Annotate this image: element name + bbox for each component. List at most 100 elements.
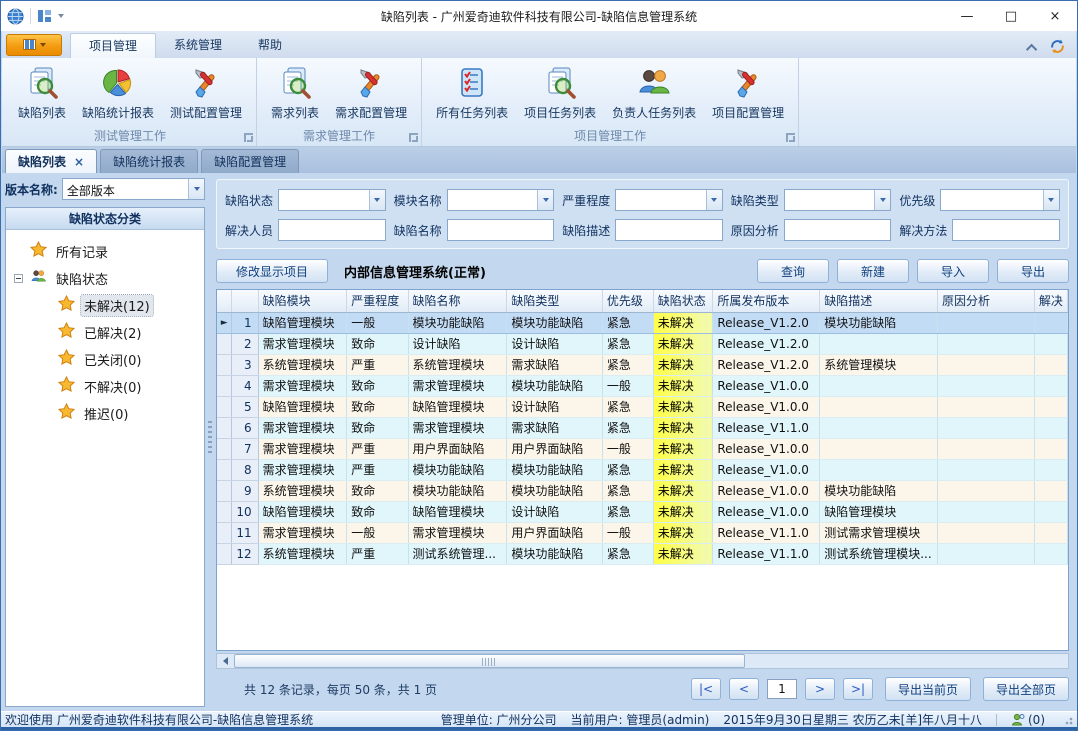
grid-column-header[interactable]: 优先级 xyxy=(602,290,653,312)
tree-item[interactable]: 不解决(0) xyxy=(6,373,204,400)
export-current-page-button[interactable]: 导出当前页 xyxy=(885,677,971,701)
ribbon-button[interactable]: 所有任务列表 xyxy=(428,61,516,123)
filter-text-input[interactable] xyxy=(952,219,1060,241)
filter-text-input[interactable] xyxy=(615,219,723,241)
dialog-launcher-icon[interactable] xyxy=(244,133,253,142)
version-combobox[interactable]: 全部版本 xyxy=(62,178,205,200)
grid-column-header[interactable] xyxy=(217,290,232,312)
table-row[interactable]: 9系统管理模块致命模块功能缺陷模块功能缺陷紧急未解决Release_V1.0.0… xyxy=(217,480,1068,501)
combo-dropdown-button[interactable] xyxy=(874,190,890,210)
ribbon-button[interactable]: 负责人任务列表 xyxy=(604,61,704,123)
action-button-3[interactable]: 导入 xyxy=(917,259,989,283)
first-page-button[interactable]: |< xyxy=(691,678,721,700)
grid-column-header[interactable]: 缺陷名称 xyxy=(408,290,507,312)
collapse-ribbon-icon[interactable] xyxy=(1026,44,1037,55)
application-menu-button[interactable] xyxy=(6,34,62,56)
filter-field: 缺陷描述 xyxy=(562,218,723,242)
action-button-2[interactable]: 新建 xyxy=(837,259,909,283)
grid-cell: 用户界面缺陷 xyxy=(507,522,602,543)
grid-column-header[interactable]: 缺陷模块 xyxy=(258,290,347,312)
ribbon-button[interactable]: 缺陷列表 xyxy=(10,61,74,123)
table-row[interactable]: 8需求管理模块严重模块功能缺陷模块功能缺陷紧急未解决Release_V1.0.0 xyxy=(217,459,1068,480)
grid-column-header[interactable]: 原因分析 xyxy=(937,290,1034,312)
scrollbar-thumb[interactable] xyxy=(234,654,745,668)
scroll-left-icon[interactable] xyxy=(217,654,233,668)
filter-combobox[interactable] xyxy=(447,189,555,211)
ribbon-button[interactable]: 测试配置管理 xyxy=(162,61,250,123)
grid-column-header[interactable]: 严重程度 xyxy=(347,290,408,312)
table-row[interactable]: 4需求管理模块致命需求管理模块模块功能缺陷一般未解决Release_V1.0.0 xyxy=(217,375,1068,396)
grid-column-header[interactable]: 缺陷描述 xyxy=(820,290,938,312)
grid-column-header[interactable]: 所属发布版本 xyxy=(713,290,820,312)
last-page-button[interactable]: >| xyxy=(843,678,873,700)
table-row[interactable]: 7需求管理模块严重用户界面缺陷用户界面缺陷一般未解决Release_V1.0.0 xyxy=(217,438,1068,459)
filter-combo-value xyxy=(279,190,369,210)
combo-dropdown-button[interactable] xyxy=(188,179,204,199)
tree-item-label: 已关闭(0) xyxy=(81,349,144,370)
customize-toolbar-icon[interactable] xyxy=(37,9,52,23)
dialog-launcher-icon[interactable] xyxy=(786,133,795,142)
table-row[interactable]: 6需求管理模块致命需求管理模块需求缺陷紧急未解决Release_V1.1.0 xyxy=(217,417,1068,438)
minimize-button[interactable]: — xyxy=(945,1,989,31)
horizontal-scrollbar[interactable] xyxy=(216,653,1069,669)
document-tab-3[interactable]: 缺陷配置管理 xyxy=(201,149,299,173)
tree-item[interactable]: 已关闭(0) xyxy=(6,346,204,373)
modify-columns-button[interactable]: 修改显示项目 xyxy=(216,259,328,283)
ribbon-button[interactable]: 需求配置管理 xyxy=(327,61,415,123)
tree-item[interactable]: 未解决(12) xyxy=(6,292,204,319)
message-badge[interactable]: (0) xyxy=(1011,713,1045,727)
ribbon-tab-1[interactable]: 项目管理 xyxy=(70,33,156,58)
tree-item[interactable]: 推迟(0) xyxy=(6,400,204,427)
combo-dropdown-button[interactable] xyxy=(369,190,385,210)
tree-item[interactable]: 缺陷状态 xyxy=(6,265,204,292)
ribbon-tab-3[interactable]: 帮助 xyxy=(240,33,300,58)
maximize-button[interactable]: □ xyxy=(989,1,1033,31)
prev-page-button[interactable]: < xyxy=(729,678,759,700)
ribbon-button[interactable]: 缺陷统计报表 xyxy=(74,61,162,123)
action-button-4[interactable]: 导出 xyxy=(997,259,1069,283)
grid-cell: Release_V1.1.0 xyxy=(713,522,820,543)
action-button-1[interactable]: 查询 xyxy=(757,259,829,283)
ribbon-tab-2[interactable]: 系统管理 xyxy=(156,33,240,58)
combo-dropdown-button[interactable] xyxy=(537,190,553,210)
export-all-pages-button[interactable]: 导出全部页 xyxy=(983,677,1069,701)
table-row[interactable]: 3系统管理模块严重系统管理模块需求缺陷紧急未解决Release_V1.2.0系统… xyxy=(217,354,1068,375)
ribbon-button[interactable]: 项目配置管理 xyxy=(704,61,792,123)
table-row[interactable]: ►1缺陷管理模块一般模块功能缺陷模块功能缺陷紧急未解决Release_V1.2.… xyxy=(217,312,1068,333)
table-row[interactable]: 5缺陷管理模块致命缺陷管理模块设计缺陷紧急未解决Release_V1.0.0 xyxy=(217,396,1068,417)
table-row[interactable]: 10缺陷管理模块致命缺陷管理模块设计缺陷紧急未解决Release_V1.0.0缺… xyxy=(217,501,1068,522)
toolbar-dropdown-icon[interactable] xyxy=(58,14,64,18)
filter-combobox[interactable] xyxy=(615,189,723,211)
collapse-node-icon[interactable] xyxy=(14,274,23,283)
document-tab-2[interactable]: 缺陷统计报表 xyxy=(100,149,198,173)
next-page-button[interactable]: > xyxy=(805,678,835,700)
table-row[interactable]: 11需求管理模块一般需求管理模块用户界面缺陷一般未解决Release_V1.1.… xyxy=(217,522,1068,543)
document-tab-1[interactable]: 缺陷列表× xyxy=(5,149,97,173)
ribbon-button[interactable]: 项目任务列表 xyxy=(516,61,604,123)
filter-text-input[interactable] xyxy=(278,219,386,241)
ribbon-button-label: 需求配置管理 xyxy=(335,104,407,121)
combo-dropdown-button[interactable] xyxy=(1043,190,1059,210)
tree-item[interactable]: 已解决(2) xyxy=(6,319,204,346)
dialog-launcher-icon[interactable] xyxy=(409,133,418,142)
combo-dropdown-button[interactable] xyxy=(706,190,722,210)
close-tab-icon[interactable]: × xyxy=(74,155,84,169)
tree-item[interactable]: 所有记录 xyxy=(6,238,204,265)
grid-column-header[interactable]: 缺陷类型 xyxy=(507,290,602,312)
filter-text-input[interactable] xyxy=(784,219,892,241)
grid-column-header[interactable] xyxy=(232,290,258,312)
grid-column-header[interactable]: 解决 xyxy=(1034,290,1067,312)
filter-combobox[interactable] xyxy=(940,189,1060,211)
grid-column-header[interactable]: 缺陷状态 xyxy=(653,290,713,312)
table-row[interactable]: 12系统管理模块严重测试系统管理...模块功能缺陷紧急未解决Release_V1… xyxy=(217,543,1068,564)
table-row[interactable]: 2需求管理模块致命设计缺陷设计缺陷紧急未解决Release_V1.2.0 xyxy=(217,333,1068,354)
filter-combobox[interactable] xyxy=(278,189,386,211)
help-sync-icon[interactable] xyxy=(1049,38,1066,58)
page-number-input[interactable]: 1 xyxy=(767,679,797,699)
panel-splitter[interactable] xyxy=(207,177,213,707)
filter-combobox[interactable] xyxy=(784,189,892,211)
close-button[interactable]: × xyxy=(1033,1,1077,31)
ribbon-button[interactable]: 需求列表 xyxy=(263,61,327,123)
grid-cell xyxy=(1034,543,1067,564)
filter-text-input[interactable] xyxy=(447,219,555,241)
